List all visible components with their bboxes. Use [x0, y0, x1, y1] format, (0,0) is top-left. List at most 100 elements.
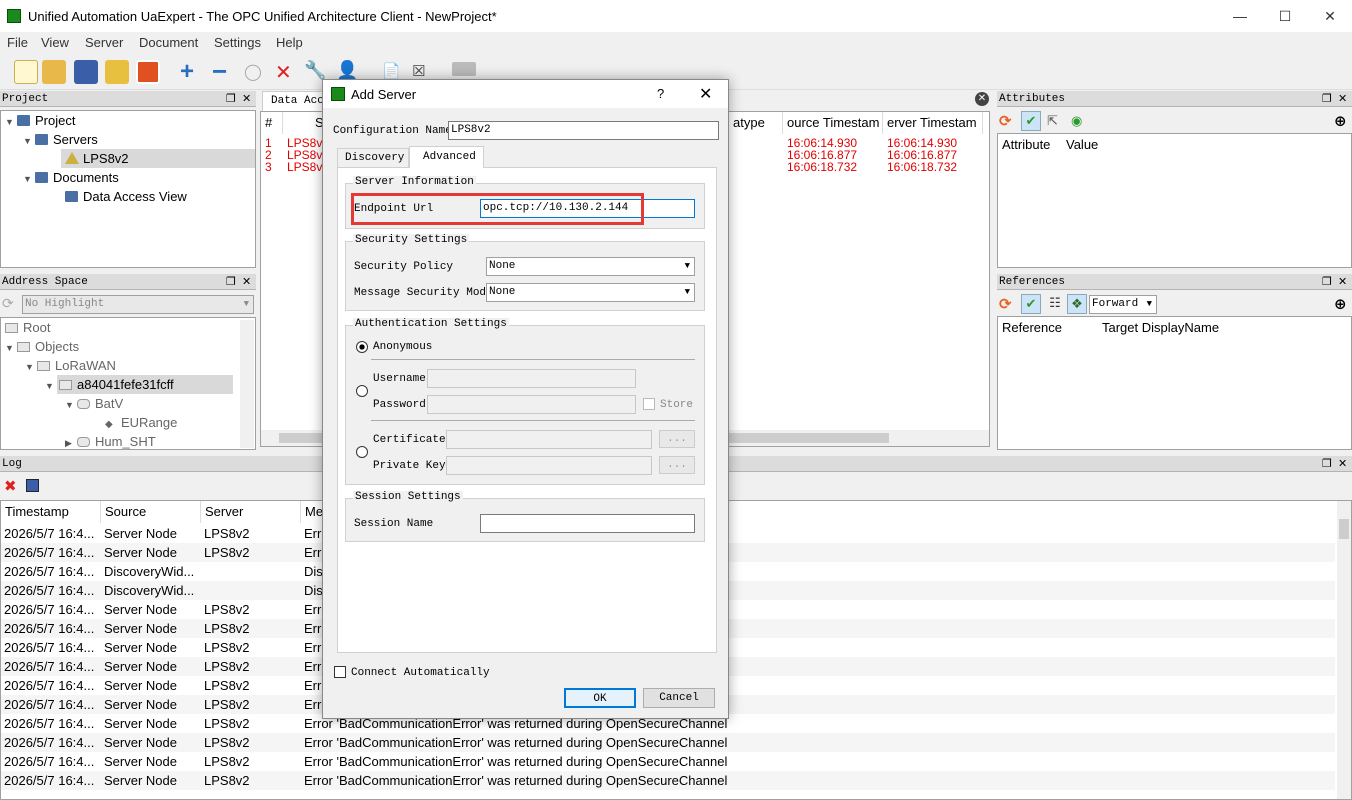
highlight-select[interactable]: No Highlight ▼ — [22, 295, 254, 314]
ok-button[interactable]: OK — [564, 688, 636, 708]
certificate-input[interactable] — [446, 430, 652, 449]
tree-item-batv[interactable]: ▼ BatV — [1, 394, 255, 413]
close-view-icon[interactable]: ✕ — [975, 92, 989, 106]
tree-item-data-access-view[interactable]: Data Access View — [1, 187, 255, 206]
log-scrollbar[interactable] — [1337, 501, 1351, 799]
username-input[interactable] — [427, 369, 636, 388]
remove-document-icon[interactable]: ☒ — [412, 62, 425, 80]
clear-log-icon[interactable]: ✖ — [4, 477, 17, 495]
menu-server[interactable]: Server — [85, 35, 123, 50]
close-panel-icon[interactable]: ✕ — [242, 274, 251, 290]
refresh-icon[interactable]: ⟳ — [999, 112, 1012, 130]
help-icon[interactable]: ? — [657, 86, 664, 101]
tree-item-servers[interactable]: ▼ Servers — [1, 130, 255, 149]
message-mode-select[interactable]: None ▼ — [486, 283, 695, 302]
col-source-timestamp[interactable]: ource Timestam — [783, 112, 883, 134]
menu-settings[interactable]: Settings — [214, 35, 261, 50]
security-policy-select[interactable]: None ▼ — [486, 257, 695, 276]
store-checkbox[interactable] — [643, 398, 655, 410]
new-project-icon[interactable] — [14, 60, 38, 84]
tab-discovery[interactable]: Discovery — [337, 148, 409, 168]
log-row[interactable]: 2026/5/7 16:4... Server Node LPS8v2 Error '… — [1, 733, 1335, 752]
monitor-icon[interactable]: ◉ — [1071, 113, 1082, 129]
wrench-icon[interactable]: 🔧 — [304, 60, 326, 81]
close-panel-icon[interactable]: ✕ — [1338, 456, 1347, 472]
log-row[interactable]: 2026/5/7 16:4... Server Node LPS8v2 Error '… — [1, 771, 1335, 790]
private-key-browse-button[interactable]: ... — [659, 456, 695, 474]
cancel-button[interactable]: Cancel — [643, 688, 715, 708]
tree-item-root[interactable]: Root — [1, 318, 255, 337]
float-icon[interactable]: ❐ — [226, 91, 236, 107]
col-datatype[interactable]: atype — [729, 112, 783, 134]
document-icon[interactable]: 📄 — [382, 62, 401, 80]
tab-advanced[interactable]: Advanced — [409, 146, 484, 168]
col-timestamp[interactable]: Timestamp — [1, 501, 101, 523]
add-server-icon[interactable]: + — [180, 58, 194, 86]
tree-scrollbar[interactable] — [240, 320, 254, 448]
open-project-icon[interactable] — [42, 60, 66, 84]
add-icon[interactable]: ⊕ — [1334, 112, 1347, 130]
menu-document[interactable]: Document — [139, 35, 198, 50]
check-icon[interactable]: ✔ — [1021, 111, 1041, 131]
anonymous-radio[interactable] — [356, 341, 368, 353]
col-number[interactable]: # — [261, 112, 283, 134]
disconnect-icon[interactable]: ✕ — [275, 60, 292, 85]
username-radio[interactable] — [356, 385, 368, 397]
settings-icon[interactable] — [105, 60, 129, 84]
float-icon[interactable]: ❐ — [1322, 456, 1332, 472]
user-icon[interactable]: 👤 — [336, 60, 358, 81]
config-name-input[interactable]: LPS8v2 — [448, 121, 719, 140]
col-attribute[interactable]: Attribute — [998, 134, 1062, 156]
col-reference[interactable]: Reference — [998, 317, 1098, 339]
chevron-down-icon: ▼ — [1146, 299, 1152, 309]
col-value[interactable]: Value — [1062, 134, 1182, 156]
session-name-input[interactable] — [480, 514, 695, 533]
tree-item-lorawan[interactable]: ▼ LoRaWAN — [1, 356, 255, 375]
pointer-icon[interactable]: ⇱ — [1047, 113, 1058, 129]
quit-icon[interactable] — [136, 60, 160, 84]
col-server-timestamp[interactable]: erver Timestam — [883, 112, 983, 134]
refresh-icon[interactable]: ⟳ — [2, 295, 14, 312]
col-target-displayname[interactable]: Target DisplayName — [1098, 317, 1258, 339]
menu-help[interactable]: Help — [276, 35, 303, 50]
tree-item-eurange[interactable]: ◆ EURange — [1, 413, 255, 432]
maximize-icon[interactable]: ☐ — [1275, 6, 1295, 26]
expand-icon[interactable]: ❖ — [1067, 294, 1087, 314]
save-log-icon[interactable] — [26, 479, 39, 492]
float-icon[interactable]: ❐ — [1322, 274, 1332, 290]
connect-icon[interactable]: ◯ — [244, 62, 262, 82]
password-input[interactable] — [427, 395, 636, 414]
tree-item-objects[interactable]: ▼ Objects — [1, 337, 255, 356]
menu-view[interactable]: View — [41, 35, 69, 50]
float-icon[interactable]: ❐ — [226, 274, 236, 290]
log-row[interactable]: 2026/5/7 16:4... Server Node LPS8v2 Error '… — [1, 752, 1335, 771]
private-key-input[interactable] — [446, 456, 652, 475]
col-server[interactable]: Server — [201, 501, 301, 523]
certificate-radio[interactable] — [356, 446, 368, 458]
cert-icon[interactable] — [452, 62, 476, 76]
add-icon[interactable]: ⊕ — [1334, 295, 1347, 313]
save-project-icon[interactable] — [74, 60, 98, 84]
close-icon[interactable]: ✕ — [699, 84, 712, 104]
tree-item-documents[interactable]: ▼ Documents — [1, 168, 255, 187]
tree-item-hum-sht[interactable]: ▶ Hum_SHT — [1, 432, 255, 449]
menu-file[interactable]: File — [7, 35, 28, 50]
refresh-icon[interactable]: ⟳ — [999, 295, 1012, 313]
table-row[interactable]: 3 LPS8v2 — [265, 161, 323, 173]
tree-item-device[interactable]: ▼ a84041fefe31fcff — [1, 375, 255, 394]
close-icon[interactable]: ✕ — [1320, 6, 1340, 26]
hierarchy-icon[interactable]: ☷ — [1045, 294, 1065, 314]
minimize-icon[interactable]: — — [1230, 6, 1250, 26]
tree-item-project[interactable]: ▼ Project — [1, 111, 255, 130]
col-source[interactable]: Source — [101, 501, 201, 523]
tree-item-lps8v2[interactable]: LPS8v2 — [61, 149, 255, 168]
check-icon[interactable]: ✔ — [1021, 294, 1041, 314]
connect-auto-checkbox[interactable] — [334, 666, 346, 678]
close-panel-icon[interactable]: ✕ — [242, 91, 251, 107]
remove-server-icon[interactable]: − — [212, 56, 227, 87]
close-panel-icon[interactable]: ✕ — [1338, 91, 1347, 107]
direction-select[interactable]: Forward ▼ — [1089, 295, 1157, 314]
certificate-browse-button[interactable]: ... — [659, 430, 695, 448]
float-icon[interactable]: ❐ — [1322, 91, 1332, 107]
close-panel-icon[interactable]: ✕ — [1338, 274, 1347, 290]
